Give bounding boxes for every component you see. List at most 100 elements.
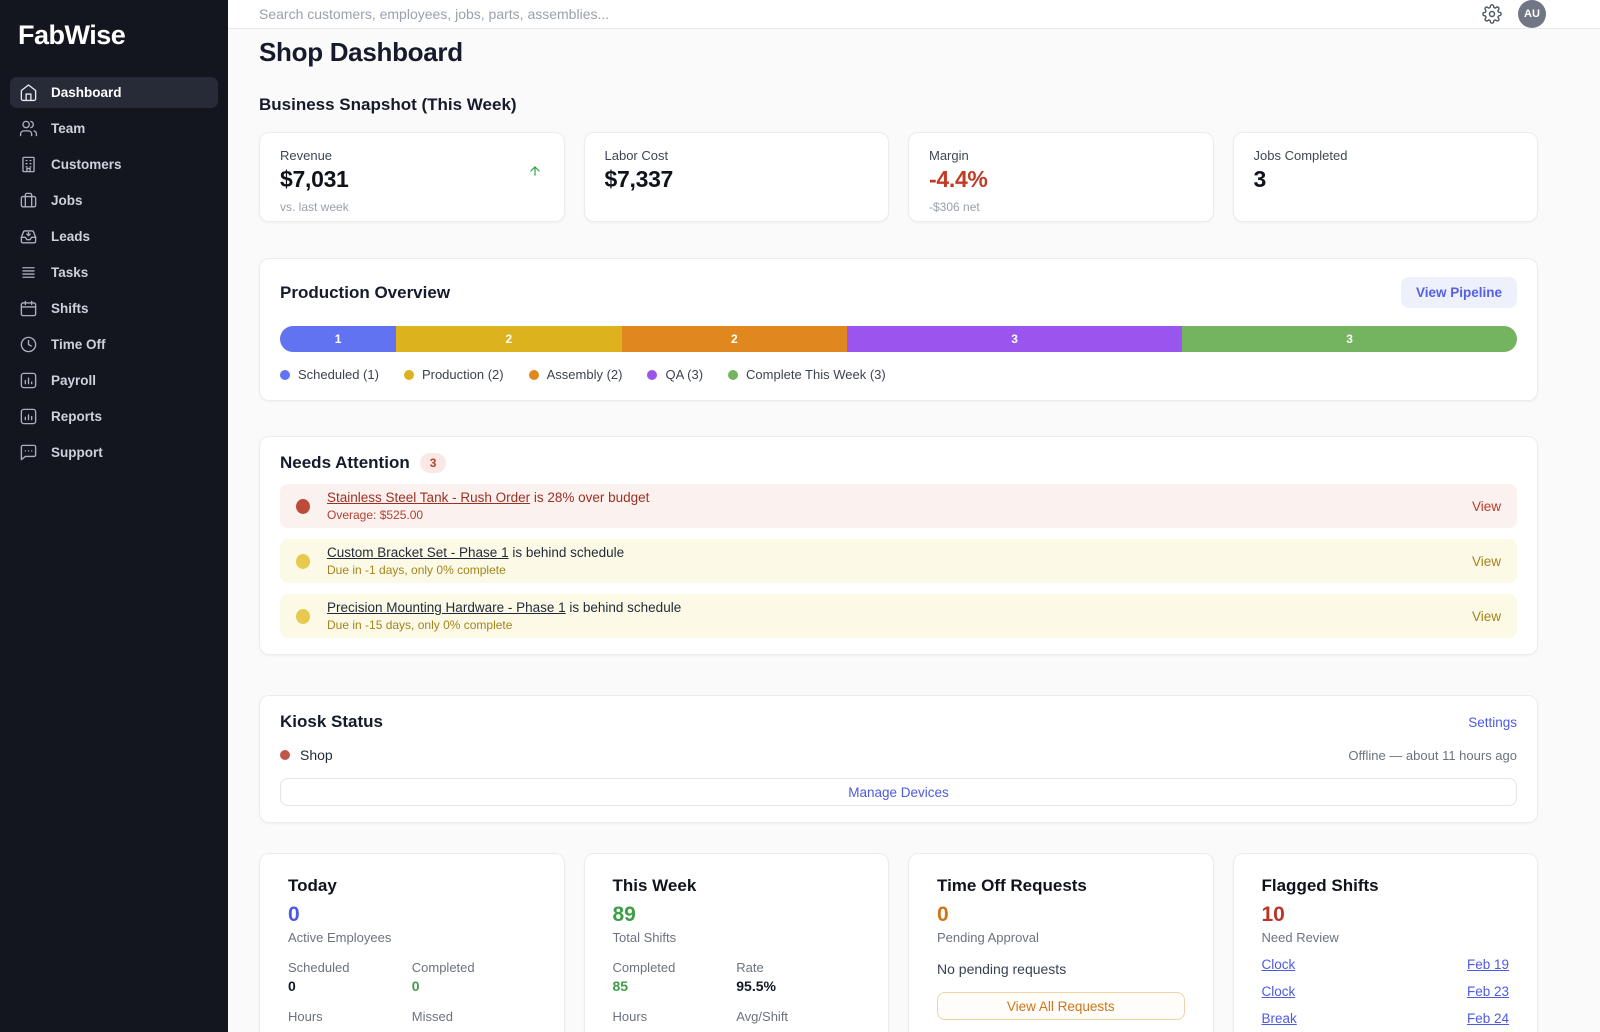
flag-type-link[interactable]: Clock xyxy=(1262,957,1296,972)
home-icon xyxy=(19,83,38,102)
flag-date-link[interactable]: Feb 23 xyxy=(1467,984,1509,999)
list-icon xyxy=(19,263,38,282)
sidebar-item-dashboard[interactable]: Dashboard xyxy=(10,77,218,108)
manage-devices-button[interactable]: Manage Devices xyxy=(280,778,1517,806)
card-big-number: 89 xyxy=(613,903,861,927)
bar-chart-icon xyxy=(19,407,38,426)
alert-job-link[interactable]: Custom Bracket Set - Phase 1 xyxy=(327,545,509,560)
sidebar-item-label: Payroll xyxy=(51,373,96,388)
card-big-number: 0 xyxy=(937,903,1185,927)
no-pending-note: No pending requests xyxy=(937,961,1185,977)
sidebar-item-label: Reports xyxy=(51,409,102,424)
card-big-label: Active Employees xyxy=(288,930,536,945)
flag-date-link[interactable]: Feb 19 xyxy=(1467,957,1509,972)
alert-behind-schedule: Precision Mounting Hardware - Phase 1 is… xyxy=(280,594,1517,638)
sidebar-item-label: Dashboard xyxy=(51,85,122,100)
sidebar-item-customers[interactable]: Customers xyxy=(10,149,218,180)
offline-status-dot xyxy=(280,750,290,760)
alert-over-budget: Stainless Steel Tank - Rush Order is 28%… xyxy=(280,484,1517,528)
kiosk-title: Kiosk Status xyxy=(280,712,383,732)
bar-segment-assembly[interactable]: 2 xyxy=(622,326,848,352)
jobs-completed-card: Jobs Completed 3 xyxy=(1233,132,1539,222)
legend-dot xyxy=(728,370,738,380)
sidebar-item-leads[interactable]: Leads xyxy=(10,221,218,252)
stat-sub: -$306 net xyxy=(929,200,1193,214)
alert-subtext: Due in -1 days, only 0% complete xyxy=(327,563,1472,577)
sidebar-item-label: Shifts xyxy=(51,301,89,316)
view-pipeline-button[interactable]: View Pipeline xyxy=(1401,277,1517,308)
legend-dot xyxy=(529,370,539,380)
sidebar-nav: Dashboard Team Customers Jobs Leads Task… xyxy=(10,77,218,468)
card-big-label: Need Review xyxy=(1262,930,1510,945)
sidebar-item-shifts[interactable]: Shifts xyxy=(10,293,218,324)
inbox-in-icon xyxy=(19,227,38,246)
card-big-label: Total Shifts xyxy=(613,930,861,945)
alert-behind-schedule: Custom Bracket Set - Phase 1 is behind s… xyxy=(280,539,1517,583)
snapshot-heading: Business Snapshot (This Week) xyxy=(259,95,1538,115)
stat-label: Labor Cost xyxy=(605,148,869,163)
flagged-shift-row: Break Feb 24 xyxy=(1262,1011,1510,1026)
search-input[interactable] xyxy=(259,6,1466,22)
alert-job-link[interactable]: Precision Mounting Hardware - Phase 1 xyxy=(327,600,566,615)
flag-type-link[interactable]: Break xyxy=(1262,1011,1297,1026)
card-title: Today xyxy=(288,876,536,896)
users-icon xyxy=(19,119,38,138)
kiosk-device-name: Shop xyxy=(300,747,1348,763)
kiosk-settings-link[interactable]: Settings xyxy=(1468,715,1517,730)
sidebar-item-jobs[interactable]: Jobs xyxy=(10,185,218,216)
alert-job-link[interactable]: Stainless Steel Tank - Rush Order xyxy=(327,490,530,505)
bar-segment-production[interactable]: 2 xyxy=(396,326,622,352)
production-overview-card: Production Overview View Pipeline 1 2 2 … xyxy=(259,258,1538,401)
sidebar-item-label: Tasks xyxy=(51,265,88,280)
flagged-shift-row: Clock Feb 23 xyxy=(1262,984,1510,999)
legend-item: Scheduled (1) xyxy=(280,367,379,382)
alert-view-link[interactable]: View xyxy=(1472,609,1501,624)
sidebar: FabWise Dashboard Team Customers Jobs Le… xyxy=(0,0,228,1032)
clock-icon xyxy=(19,335,38,354)
sidebar-item-reports[interactable]: Reports xyxy=(10,401,218,432)
stat-value: 3 xyxy=(1254,166,1518,193)
view-all-requests-button[interactable]: View All Requests xyxy=(937,992,1185,1020)
stat-label: Margin xyxy=(929,148,1193,163)
card-big-number: 10 xyxy=(1262,903,1510,927)
brand-logo: FabWise xyxy=(10,20,218,51)
alert-severity-dot xyxy=(296,609,310,624)
sidebar-item-support[interactable]: Support xyxy=(10,437,218,468)
sidebar-item-tasks[interactable]: Tasks xyxy=(10,257,218,288)
alert-view-link[interactable]: View xyxy=(1472,499,1501,514)
flag-type-link[interactable]: Clock xyxy=(1262,984,1296,999)
bar-segment-qa[interactable]: 3 xyxy=(847,326,1182,352)
stat-sub: vs. last week xyxy=(280,200,544,214)
user-avatar[interactable]: AU xyxy=(1518,0,1546,28)
stat-value: $7,337 xyxy=(605,166,869,193)
margin-card: Margin -4.4% -$306 net xyxy=(908,132,1214,222)
today-card: Today 0 Active Employees Scheduled 0 Com… xyxy=(259,853,565,1032)
legend-dot xyxy=(647,370,657,380)
card-title: This Week xyxy=(613,876,861,896)
page-title: Shop Dashboard xyxy=(259,37,1538,68)
stat-value: -4.4% xyxy=(929,166,1193,193)
settings-gear-icon[interactable] xyxy=(1482,4,1502,24)
flag-date-link[interactable]: Feb 24 xyxy=(1467,1011,1509,1026)
sidebar-item-label: Jobs xyxy=(51,193,83,208)
kiosk-device-row: Shop Offline — about 11 hours ago xyxy=(280,747,1517,763)
production-title: Production Overview xyxy=(280,283,450,303)
metric: Scheduled 0 xyxy=(288,960,412,994)
revenue-card: Revenue $7,031 vs. last week xyxy=(259,132,565,222)
legend-item: Assembly (2) xyxy=(529,367,623,382)
attention-count-badge: 3 xyxy=(420,453,447,473)
bar-segment-complete[interactable]: 3 xyxy=(1182,326,1517,352)
sidebar-item-timeoff[interactable]: Time Off xyxy=(10,329,218,360)
legend-dot xyxy=(280,370,290,380)
sidebar-item-payroll[interactable]: Payroll xyxy=(10,365,218,396)
bar-segment-scheduled[interactable]: 1 xyxy=(280,326,396,352)
metric: Completed 0 xyxy=(412,960,536,994)
calendar-icon xyxy=(19,299,38,318)
stat-value: $7,031 xyxy=(280,166,544,193)
metric: Completed 85 xyxy=(613,960,737,994)
sidebar-item-team[interactable]: Team xyxy=(10,113,218,144)
card-title: Time Off Requests xyxy=(937,876,1185,896)
alert-text: is behind schedule xyxy=(566,600,682,615)
alert-view-link[interactable]: View xyxy=(1472,554,1501,569)
sidebar-item-label: Team xyxy=(51,121,85,136)
